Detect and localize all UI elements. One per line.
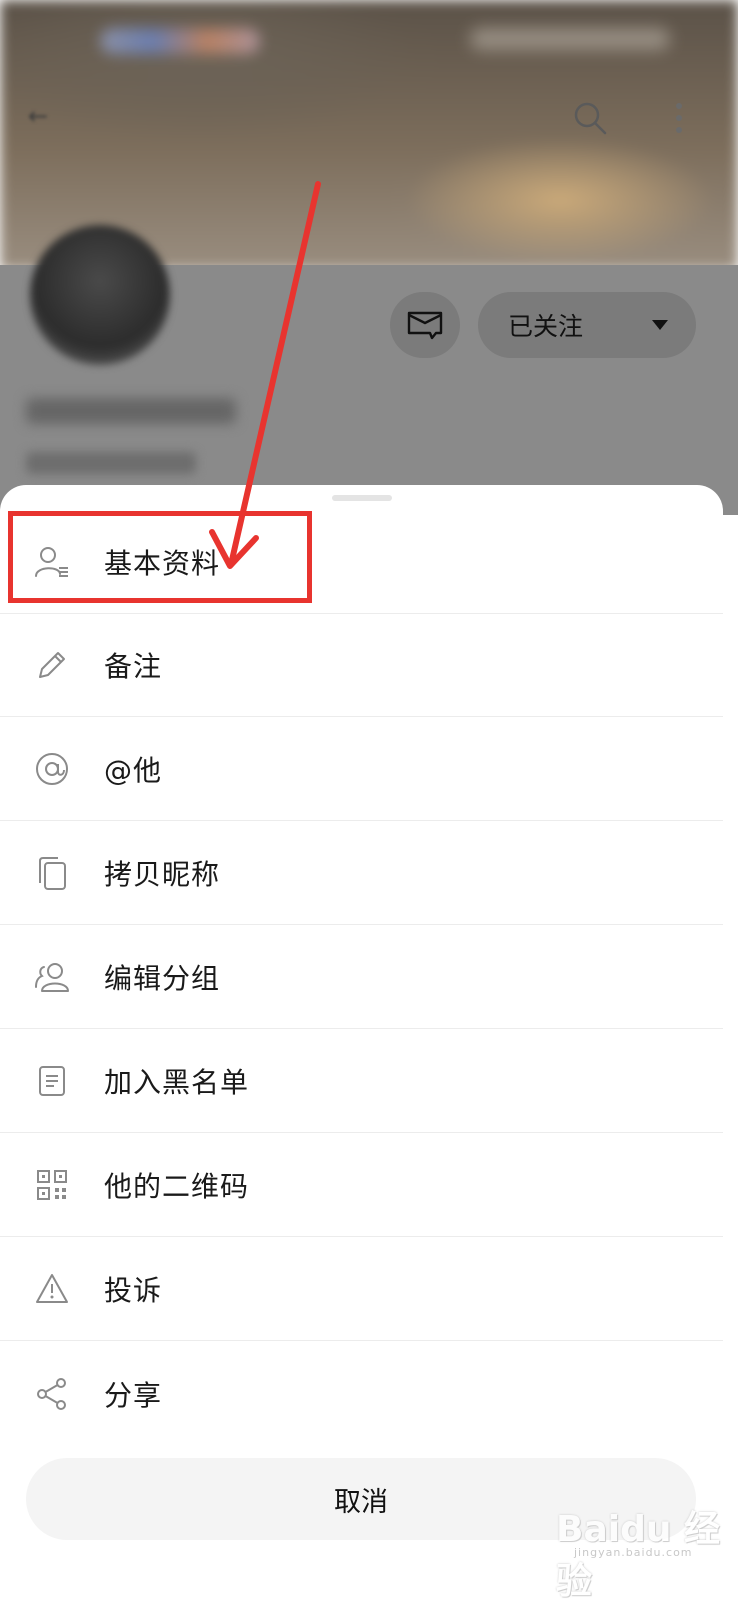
menu-item-label: 分享 [104, 1378, 163, 1412]
profile-name-blur [26, 398, 236, 424]
warning-icon [32, 1269, 72, 1309]
at-icon [32, 749, 72, 789]
following-button[interactable]: 已关注 [478, 292, 696, 358]
group-icon [32, 957, 72, 997]
menu-item-label: 投诉 [104, 1274, 163, 1307]
menu-item-label: @他 [104, 754, 163, 787]
baidu-watermark-logo: Baidu 经验 jingyan.baidu.com [556, 1500, 726, 1602]
menu-item-remark[interactable]: 备注 [0, 614, 723, 717]
menu-item-label: 加入黑名单 [104, 1066, 250, 1099]
share-icon [32, 1374, 72, 1414]
back-arrow-icon[interactable]: ← [28, 104, 58, 128]
menu-item-label: 备注 [104, 650, 163, 683]
avatar[interactable] [30, 225, 170, 365]
menu-item-label: 拷贝昵称 [104, 858, 221, 891]
watermark-url: jingyan.baidu.com [574, 1546, 693, 1559]
menu-item-label: 他的二维码 [104, 1170, 250, 1203]
status-indicators-blur [470, 28, 670, 50]
menu-item-blacklist[interactable]: 加入黑名单 [0, 1030, 723, 1133]
sheet-drag-handle[interactable] [332, 495, 392, 501]
more-options-icon[interactable] [672, 100, 686, 140]
annotation-highlight-box [8, 511, 312, 603]
menu-item-share[interactable]: 分享 [0, 1342, 723, 1445]
caret-down-icon [652, 320, 668, 330]
following-label: 已关注 [508, 312, 584, 341]
document-icon [32, 1061, 72, 1101]
profile-subtitle-blur [26, 452, 196, 474]
menu-item-qr-code[interactable]: 他的二维码 [0, 1134, 723, 1237]
copy-icon [32, 853, 72, 893]
message-button[interactable] [390, 292, 460, 358]
menu-item-copy-nickname[interactable]: 拷贝昵称 [0, 822, 723, 925]
envelope-icon [407, 311, 443, 340]
menu-item-mention[interactable]: @他 [0, 718, 723, 821]
menu-item-label: 编辑分组 [104, 962, 221, 995]
pencil-icon [32, 645, 72, 685]
menu-item-report[interactable]: 投诉 [0, 1238, 723, 1341]
search-icon[interactable] [572, 100, 608, 136]
status-bar-blur [100, 28, 260, 54]
qr-code-icon [32, 1165, 72, 1205]
menu-item-edit-group[interactable]: 编辑分组 [0, 926, 723, 1029]
